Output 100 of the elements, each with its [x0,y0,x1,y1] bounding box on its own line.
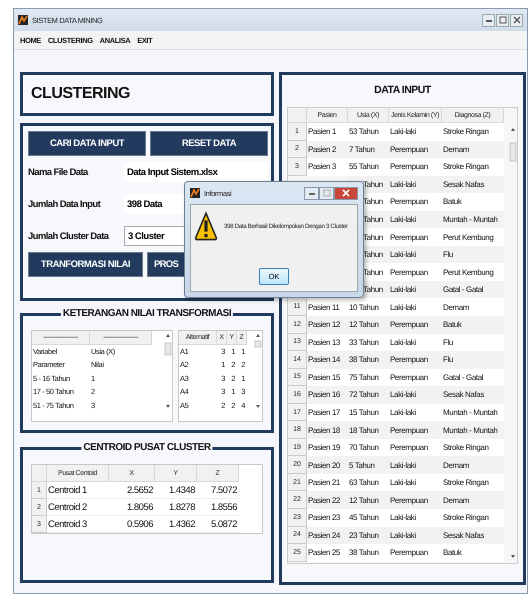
table-cell: 72 Tahun [348,386,389,404]
table-cell: Pasien 15 [307,368,348,386]
table-cell: Perempuan [389,316,442,334]
table-cell: Pasien 17 [307,404,348,422]
table-cell: Perut Kembung [442,228,504,246]
table-cell: Pasien 3 [307,158,348,176]
table-cell: 1.8278 [155,499,197,516]
table-cell: Batuk [442,316,504,334]
table-cell: Laki-laki [389,334,442,352]
panel-title: CENTROID PUSAT CLUSTER [81,442,213,453]
table-cell: Perempuan [389,228,442,246]
table-cell: Perempuan [389,438,442,456]
table-cell: Demam [442,140,504,158]
table-cell: Perempuan [389,351,442,369]
table-cell: Sesak Nafas [442,526,504,544]
table-cell: Batuk [442,544,504,562]
table-cell: 33 Tahun [348,334,389,352]
minimize-icon [308,190,316,196]
table-cell: Pasien 23 [307,509,348,527]
table-cell: Flu [442,334,504,352]
value-field: Data Input Sistem.xlsx [124,162,268,182]
table-cell: Perempuan [389,193,442,211]
table-cell: 15 Tahun [348,404,389,422]
table-cell: Laki-laki [389,474,442,492]
table-cell: Muntah - Muntah [442,421,504,439]
table-cell: 10 Tahun [348,298,389,316]
table-cell: 55 Tahun [348,158,389,176]
table-cell: 63 Tahun [348,474,389,492]
table-cell: Pasien 14 [307,351,348,369]
panel-title: KETERANGAN NILAI TRANSFORMASI [60,308,234,319]
warning-icon [194,211,218,241]
table-cell: Pasien 21 [307,474,348,492]
table-cell: Laki-laki [389,176,442,194]
table-cell: Pasien 16 [307,386,348,404]
close-button[interactable] [510,14,523,26]
table-cell: 1.4348 [155,482,197,499]
app-icon [18,15,28,25]
field-label: Nama File Data [28,166,90,178]
table-cell: Perempuan [389,368,442,386]
table-cell: Muntah - Muntah [442,404,504,422]
table-cell: Laki-laki [389,210,442,228]
table-cell: 23 Tahun [348,526,389,544]
table-cell: Pasien 22 [307,491,348,510]
table-cell: Perut Kembung [442,263,504,281]
close-button[interactable] [334,186,358,200]
app-icon [190,188,200,198]
header-corner [32,465,47,482]
action-button[interactable]: TRANFORMASI NILAI [28,252,143,277]
table-cell: Laki-laki [389,280,442,298]
table-cell: Perempuan [389,491,442,510]
table-cell: 45 Tahun [348,509,389,527]
table-cell: Sesak Nafas [442,386,504,404]
table-cell: Pasien 18 [307,421,348,439]
table-cell: Stroke Ringan [442,438,504,456]
table-cell: 5 Tahun [348,456,389,474]
table-cell: Pasien 24 [307,526,348,544]
close-icon [342,189,350,197]
table-cell: Pasien 19 [307,438,348,456]
page-title: CLUSTERING [31,85,130,103]
table-cell: Perempuan [389,158,442,176]
panel-title: DATA INPUT [374,84,431,96]
table-cell: Laki-laki [389,456,442,474]
table-cell: 12 Tahun [348,491,389,510]
table-cell: 7.5072 [197,482,239,499]
table-cell: Laki-laki [389,404,442,422]
table-cell: Stroke Ringan [442,123,504,141]
table-cell: 38 Tahun [348,351,389,369]
maximize-button[interactable] [496,14,509,26]
table-cell: 75 Tahun [348,368,389,386]
table-cell: Perempuan [389,140,442,158]
table-cell: 1.4362 [155,516,197,533]
table-cell: Flu [442,246,504,264]
table-cell: 53 Tahun [348,123,389,141]
table-cell: Pasien 13 [307,334,348,352]
table-cell: 1.8056 [109,499,155,516]
table-cell: 7 Tahun [348,140,389,158]
table-cell: Stroke Ringan [442,158,504,176]
table-cell: Pasien 12 [307,316,348,334]
table-cell: Laki-laki [389,123,442,141]
table-cell: Demam [442,298,504,316]
minimize-icon [484,17,492,23]
minimize-button[interactable] [482,14,495,26]
table-cell: Demam [442,491,504,510]
table-cell: Gatal - Gatal [442,368,504,386]
table-cell: 38 Tahun [348,544,389,562]
table-cell: Perempuan [389,544,442,562]
minimize-button[interactable] [304,186,319,200]
table-cell: Demam [442,456,504,474]
table-cell: Flu [442,351,504,369]
field-label: Jumlah Data Input [28,198,102,210]
table-cell: Centroid 3 [47,516,109,533]
table-cell: 2.5652 [109,482,155,499]
table-cell: Laki-laki [389,386,442,404]
table-cell: Laki-laki [389,298,442,316]
close-icon [512,16,520,24]
action-button[interactable]: RESET DATA [150,131,268,156]
table-cell: Perempuan [389,421,442,439]
action-button[interactable]: CARI DATA INPUT [28,131,146,156]
table-cell: Gatal - Gatal [442,280,504,298]
table-cell: 5.0872 [197,516,239,533]
